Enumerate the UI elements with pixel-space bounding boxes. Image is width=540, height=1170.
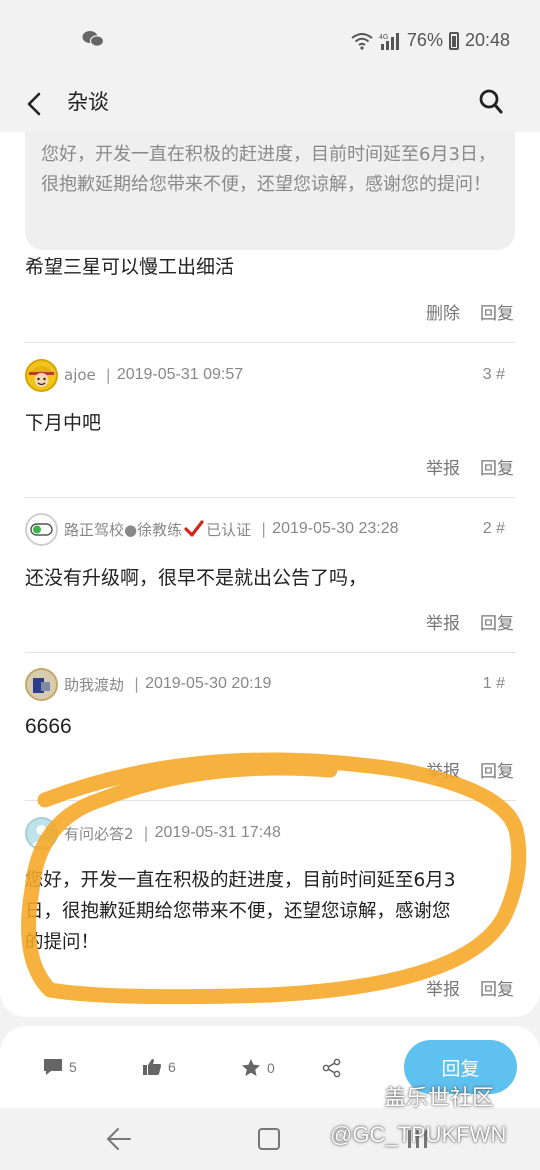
report-button[interactable]: 举报 xyxy=(426,757,460,782)
floor-number: 1 # xyxy=(482,675,505,692)
verified-label: 已认证 xyxy=(206,520,252,539)
post-header: 助我渡劫 | 2019-05-30 20:19 1 # xyxy=(25,667,515,701)
post-time: 2019-05-31 17:48 xyxy=(154,824,281,841)
avatar[interactable] xyxy=(25,512,58,546)
post-time: 2019-05-30 23:28 xyxy=(272,520,399,537)
share-button[interactable] xyxy=(322,1058,342,1078)
verified-check-icon xyxy=(184,520,204,537)
floor-number: 2 # xyxy=(482,520,505,537)
delete-button[interactable]: 删除 xyxy=(426,299,460,324)
battery-percent: 76% xyxy=(406,30,443,50)
divider xyxy=(25,497,516,498)
post-content: 还没有升级啊，很早不是就出公告了吗， xyxy=(25,567,368,589)
star-icon xyxy=(242,1059,260,1076)
wechat-icon xyxy=(82,31,104,47)
post-header: 有问必答2 | 2019-05-31 17:48 xyxy=(25,816,515,850)
reply-button[interactable]: 回复 xyxy=(480,609,514,634)
watermark-logo-text: 盖乐世社区 xyxy=(384,1086,495,1111)
page-title: 杂谈 xyxy=(67,90,109,114)
post-header: ajoe | 2019-05-31 09:57 3 # xyxy=(25,358,515,392)
favorite-count[interactable]: 0 xyxy=(241,1058,275,1077)
search-icon[interactable] xyxy=(478,88,504,116)
avatar[interactable] xyxy=(25,816,58,850)
post-time: 2019-05-31 09:57 xyxy=(116,366,244,383)
username[interactable]: 助我渡劫 xyxy=(64,674,124,695)
watermark-handle: @GC_TPUKFWN xyxy=(330,1122,507,1147)
signal-icon: 4G xyxy=(379,32,399,50)
post-header: 路正驾校●徐教练 已认证 | 2019-05-30 23:28 2 # xyxy=(25,512,515,546)
post-content: 6666 xyxy=(25,715,72,738)
reply-button[interactable]: 回复 xyxy=(480,975,514,1000)
nav-back-icon[interactable] xyxy=(104,1126,132,1152)
floor-number: 3 # xyxy=(482,366,505,383)
comment-count[interactable]: 5 xyxy=(43,1058,77,1076)
share-icon xyxy=(322,1058,341,1078)
thumbs-up-icon xyxy=(143,1059,162,1075)
post-time: 2019-05-30 20:19 xyxy=(145,675,272,692)
username[interactable]: 路正驾校●徐教练 xyxy=(64,519,182,540)
post-content: 希望三星可以慢工出细活 xyxy=(25,256,235,278)
app-bar: 杂谈 xyxy=(0,80,540,132)
username[interactable]: ajoe xyxy=(64,366,96,384)
avatar[interactable] xyxy=(25,667,58,701)
like-count[interactable]: 6 xyxy=(142,1058,176,1076)
report-button[interactable]: 举报 xyxy=(426,454,460,479)
wifi-icon xyxy=(351,32,373,50)
nav-home-icon[interactable] xyxy=(257,1126,281,1152)
reply-list: 您好，开发一直在积极的赶进度，目前时间延至6月3日，很抱歉延期给您带来不便，还望… xyxy=(0,132,540,1017)
reply-button[interactable]: 回复 xyxy=(480,454,514,479)
post-content: 下月中吧 xyxy=(25,412,102,434)
battery-icon xyxy=(448,31,459,50)
quoted-reply: 您好，开发一直在积极的赶进度，目前时间延至6月3日，很抱歉延期给您带来不便，还望… xyxy=(25,132,515,250)
divider xyxy=(25,652,516,653)
username[interactable]: 有问必答2 xyxy=(64,823,134,844)
avatar[interactable] xyxy=(25,358,58,392)
divider xyxy=(25,342,516,343)
clock: 20:48 xyxy=(464,30,510,50)
reply-button[interactable]: 回复 xyxy=(480,757,514,782)
status-bar: 4G 76% 20:48 xyxy=(0,0,540,80)
svg-text:4G: 4G xyxy=(379,34,388,41)
reply-button[interactable]: 回复 xyxy=(480,299,514,324)
divider xyxy=(25,800,516,801)
post-content: 您好，开发一直在积极的赶进度，目前时间延至6月3 日，很抱歉延期给您带来不便，还… xyxy=(25,870,456,953)
comment-icon xyxy=(44,1059,62,1075)
back-arrow-icon[interactable] xyxy=(22,88,48,120)
report-button[interactable]: 举报 xyxy=(426,609,460,634)
report-button[interactable]: 举报 xyxy=(426,975,460,1000)
